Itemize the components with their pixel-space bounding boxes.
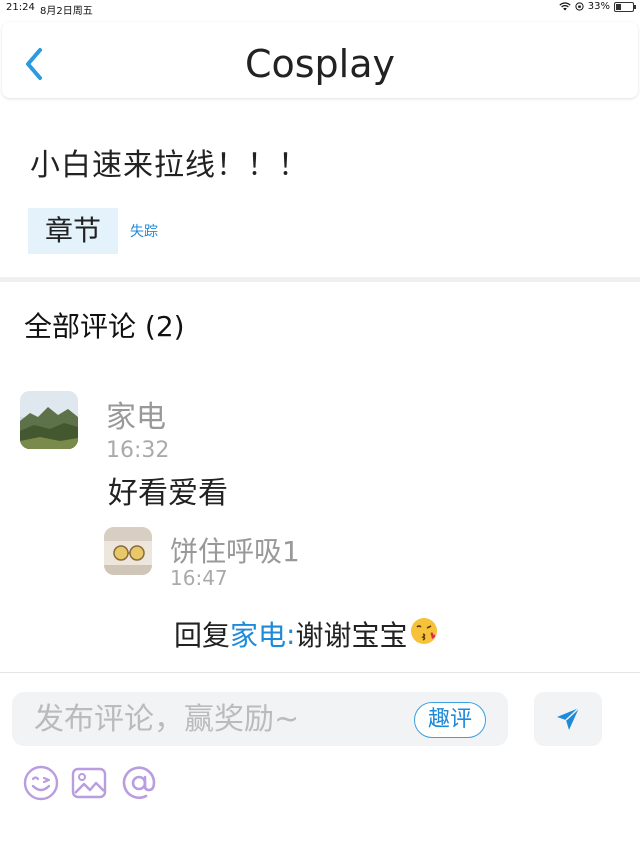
status-date: 8月2日周五 bbox=[40, 6, 93, 17]
comment-author[interactable]: 家电 bbox=[106, 392, 166, 436]
reply-target-link[interactable]: 家电 bbox=[230, 614, 286, 654]
missing-link[interactable]: 失踪 bbox=[130, 221, 158, 241]
send-icon bbox=[557, 707, 580, 730]
battery-percent: 33% bbox=[587, 1, 610, 12]
page-title: Cosplay bbox=[244, 42, 396, 86]
reply-time: 16:47 bbox=[170, 566, 228, 590]
post-title: 小白速来拉线！！！ bbox=[30, 148, 309, 183]
comment-body: 好看爱看 bbox=[108, 476, 228, 511]
reply-body: 回复 家电: 谢谢宝宝 bbox=[174, 614, 439, 654]
kiss-emoji-icon bbox=[409, 616, 439, 653]
comments-heading: 全部评论 (2) bbox=[24, 310, 185, 343]
reply-prefix: 回复 bbox=[174, 619, 231, 652]
comment-time: 16:32 bbox=[106, 440, 170, 460]
reply-author[interactable]: 饼住呼吸1 bbox=[170, 530, 300, 570]
status-time: 21:24 bbox=[6, 2, 35, 13]
emoji-icon[interactable] bbox=[22, 764, 60, 802]
composer-divider bbox=[0, 672, 640, 673]
reply-text: 谢谢宝宝 bbox=[295, 619, 408, 652]
avatar-landscape-image bbox=[20, 391, 78, 449]
battery-icon bbox=[614, 1, 636, 12]
section-divider bbox=[0, 277, 640, 282]
status-indicators: 33% bbox=[559, 1, 636, 12]
avatar-photo-image bbox=[104, 527, 152, 575]
chapter-tag[interactable]: 章节 bbox=[28, 208, 118, 254]
wifi-icon bbox=[559, 2, 571, 11]
avatar[interactable] bbox=[104, 527, 152, 575]
mention-icon[interactable] bbox=[120, 764, 158, 802]
send-button[interactable] bbox=[534, 692, 602, 746]
avatar[interactable] bbox=[20, 391, 78, 449]
reply-separator: : bbox=[286, 617, 296, 651]
image-icon[interactable] bbox=[70, 764, 108, 802]
nav-bar: Cosplay bbox=[2, 22, 638, 98]
fun-review-button[interactable]: 趣评 bbox=[414, 702, 486, 738]
status-bar: 21:24 8月2日周五 33% bbox=[0, 0, 640, 17]
orientation-lock-icon bbox=[575, 2, 584, 11]
